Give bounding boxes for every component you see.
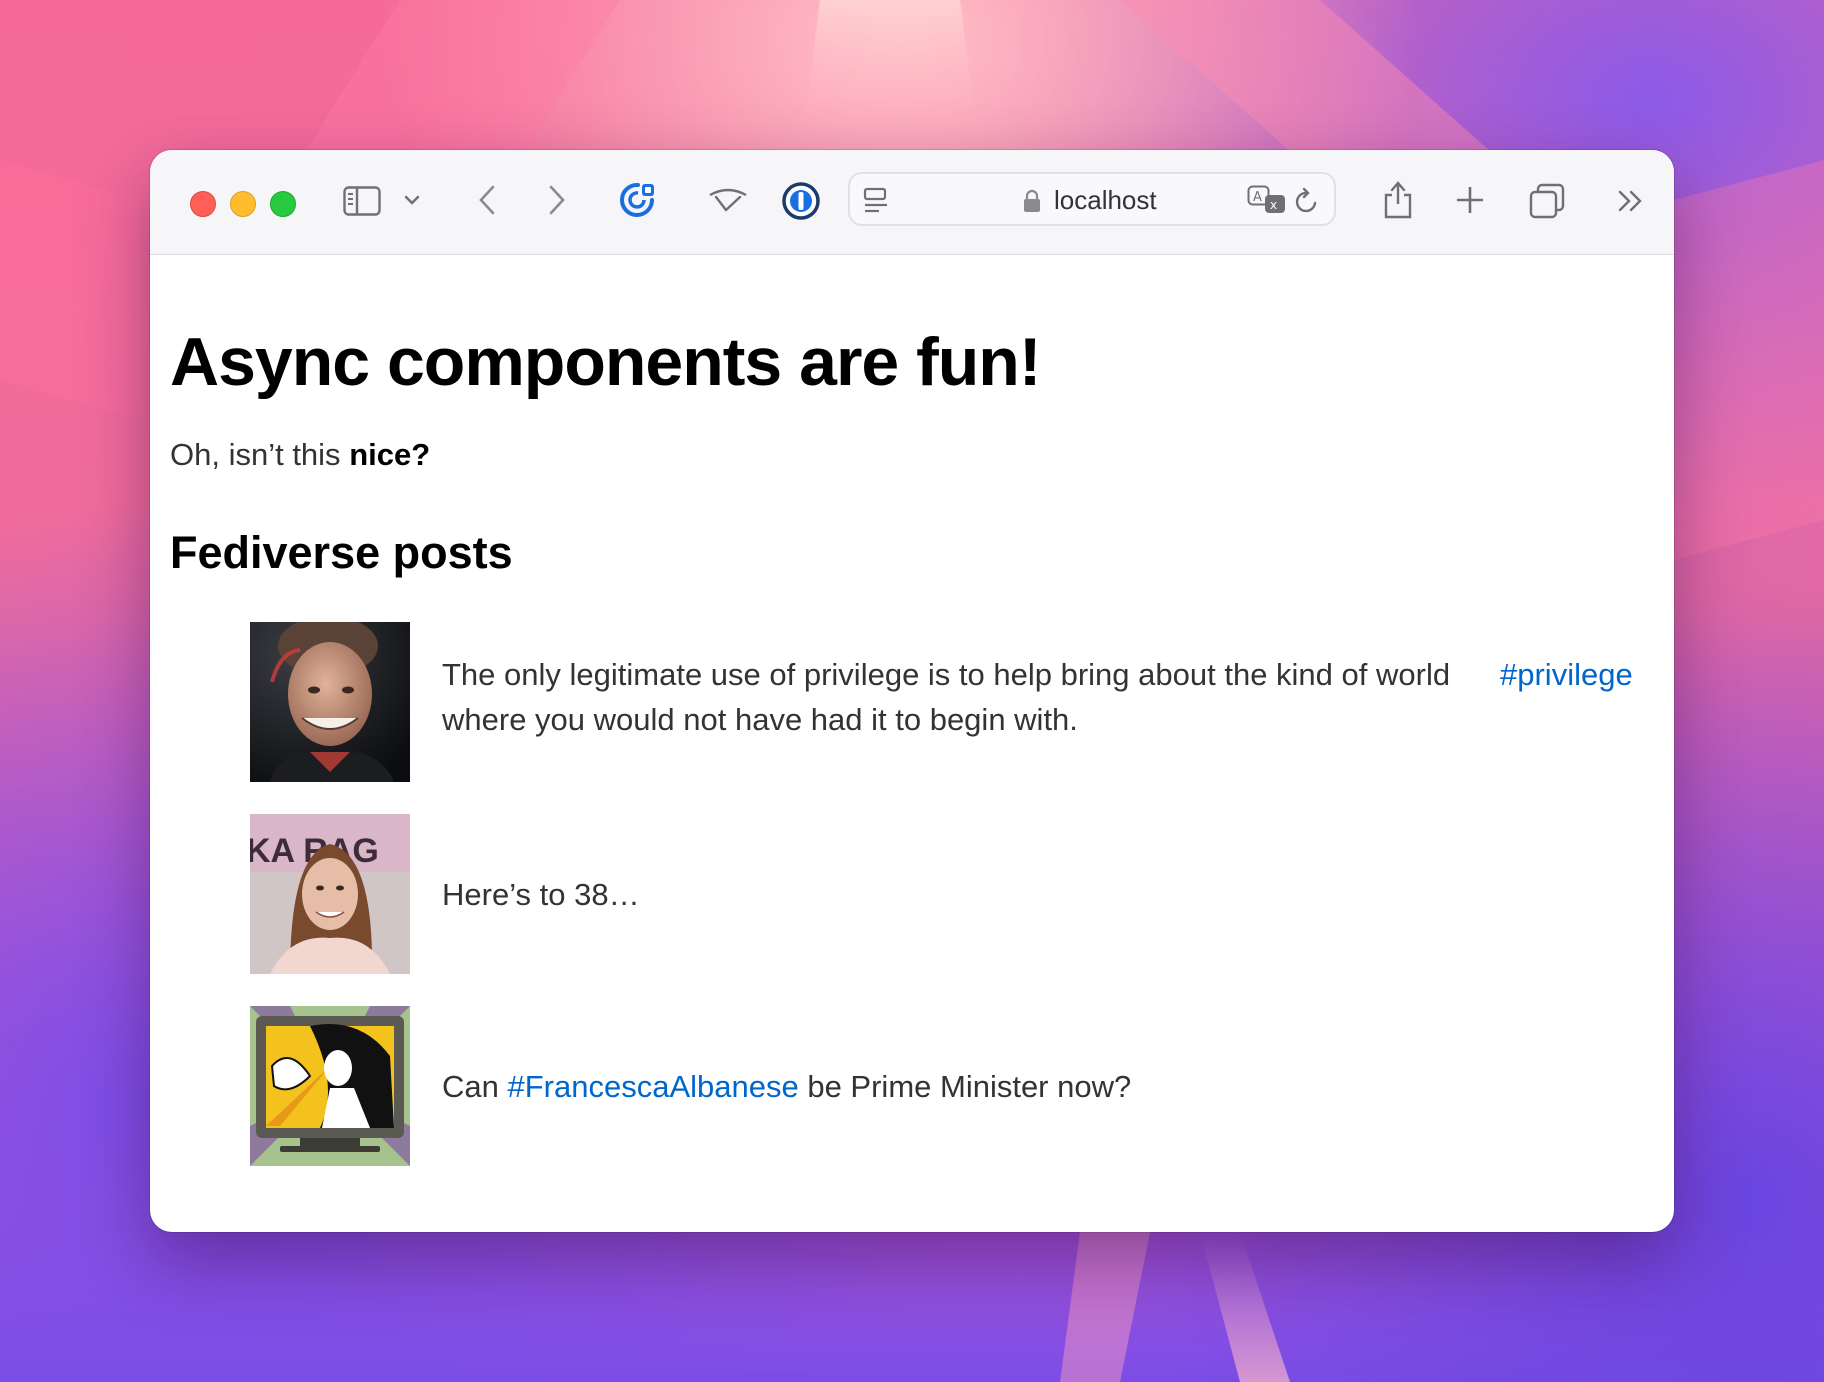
post-text-after: be Prime Minister now?	[798, 1069, 1132, 1104]
post-text: The only legitimate use of privilege is …	[442, 657, 1451, 737]
wiper-icon[interactable]	[706, 182, 750, 218]
browser-window: localhost Ax Async components are fun! O…	[150, 150, 1674, 1232]
tab-overview-icon[interactable]	[1528, 182, 1566, 220]
intro-text: Oh, isn’t this nice?	[170, 437, 430, 473]
post-text: Here’s to 38…	[442, 877, 640, 912]
post-item: Can #FrancescaAlbanese be Prime Minister…	[250, 1006, 1660, 1166]
zoom-window-button[interactable]	[270, 191, 296, 217]
browser-toolbar: localhost Ax	[150, 150, 1674, 255]
share-icon[interactable]	[1380, 178, 1416, 222]
more-icon[interactable]	[1616, 186, 1646, 216]
post-text-before: Can	[442, 1069, 508, 1104]
minimize-window-button[interactable]	[230, 191, 256, 217]
post-item: KA RAG Here’s to 38…	[250, 814, 1660, 974]
chevron-down-icon[interactable]	[400, 188, 424, 212]
address-text[interactable]: localhost	[1054, 184, 1157, 216]
password-manager-icon[interactable]	[780, 180, 822, 222]
page-title: Async components are fun!	[170, 324, 1041, 400]
avatar[interactable]	[250, 1006, 410, 1166]
back-icon[interactable]	[472, 182, 502, 218]
new-tab-icon[interactable]	[1454, 184, 1486, 216]
svg-text:A: A	[1253, 190, 1262, 205]
post-item: The only legitimate use of privilege is …	[250, 622, 1660, 782]
reader-icon[interactable]	[862, 186, 890, 216]
close-window-button[interactable]	[190, 191, 216, 217]
extension-icon[interactable]	[616, 178, 660, 222]
post-hashtag[interactable]: #FrancescaAlbanese	[507, 1069, 798, 1104]
reload-icon[interactable]	[1292, 186, 1322, 216]
post-text: Can #FrancescaAlbanese be Prime Minister…	[442, 1064, 1642, 1109]
translate-icon[interactable]: Ax	[1246, 184, 1288, 216]
avatar[interactable]: KA RAG	[250, 814, 410, 974]
svg-text:x: x	[1270, 198, 1277, 212]
sidebar-icon[interactable]	[342, 184, 382, 218]
post-hashtag[interactable]: #privilege	[1500, 652, 1633, 697]
section-heading: Fediverse posts	[170, 527, 513, 578]
page-content: Async components are fun! Oh, isn’t this…	[150, 255, 1674, 1232]
avatar[interactable]	[250, 622, 410, 782]
intro-bold: nice?	[349, 437, 431, 472]
intro-prefix: Oh, isn’t this	[170, 437, 350, 472]
lock-icon	[1022, 188, 1042, 214]
forward-icon[interactable]	[542, 182, 572, 218]
